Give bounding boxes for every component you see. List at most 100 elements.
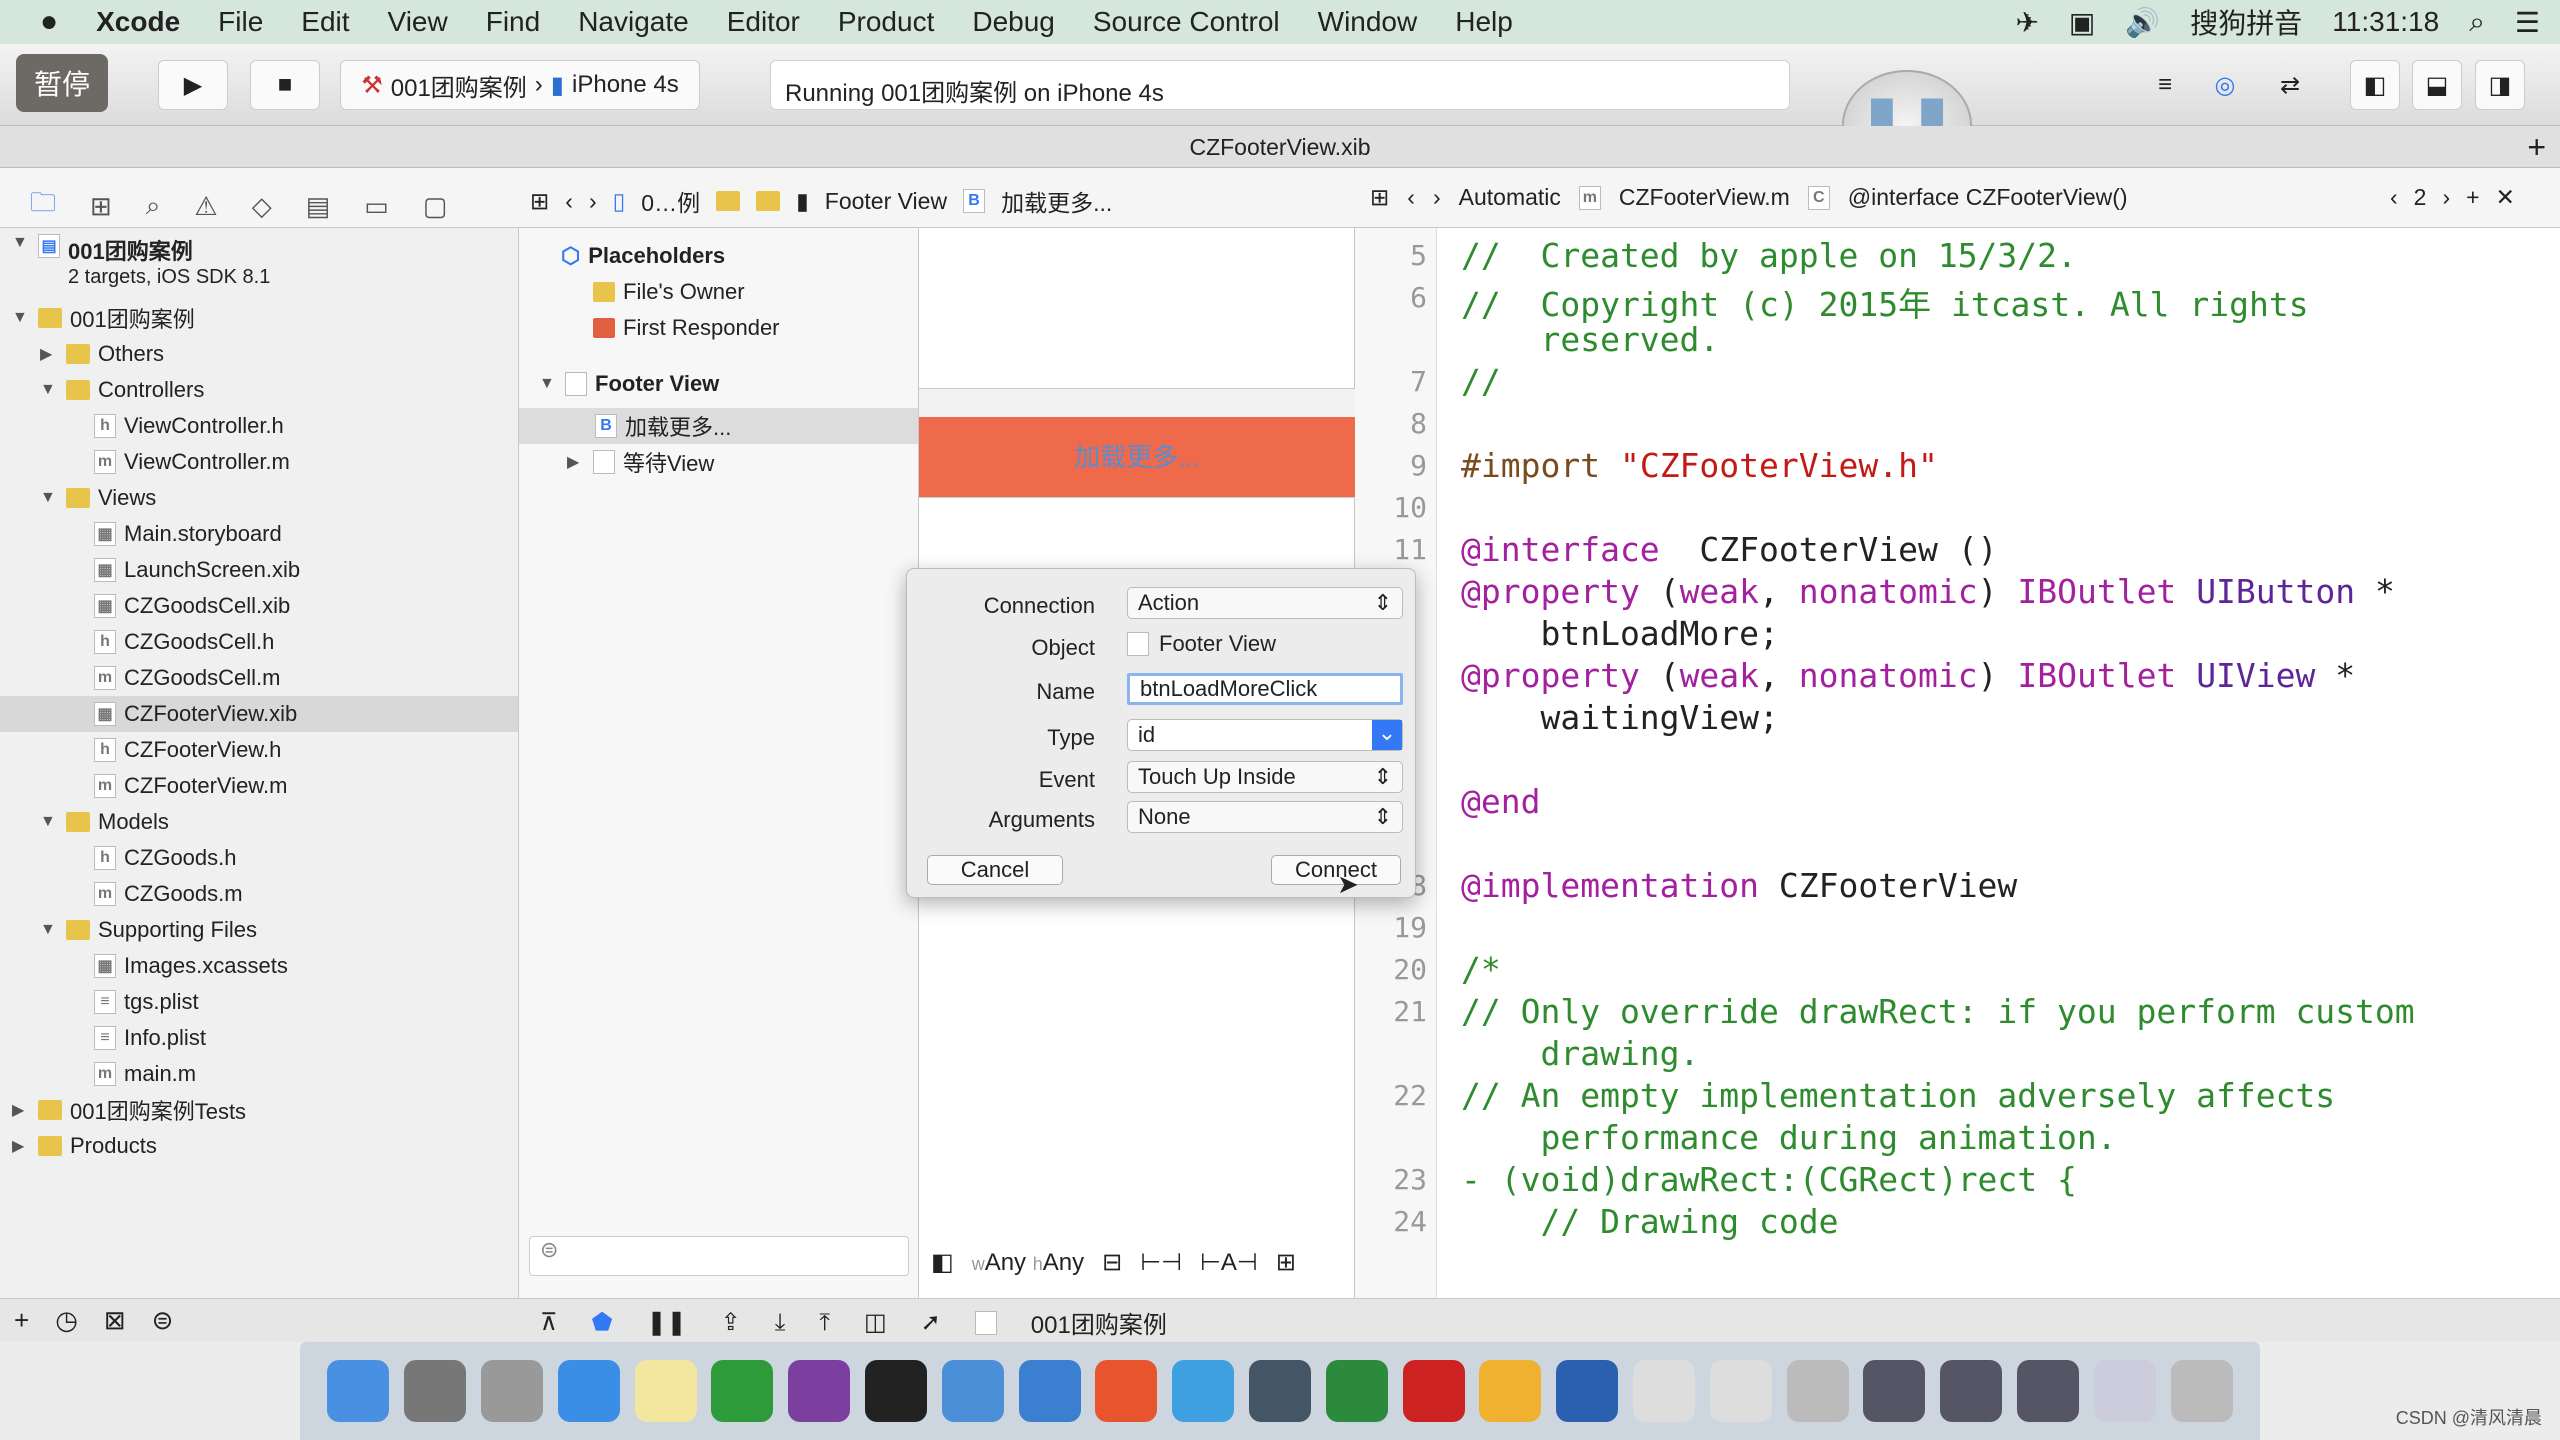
disclosure-open-icon[interactable]: ▼: [40, 489, 58, 507]
dock-app-icon[interactable]: [1479, 1360, 1542, 1422]
menu-view[interactable]: View: [388, 6, 448, 38]
search-icon[interactable]: ⌕: [2469, 6, 2485, 39]
prev-counterpart-icon[interactable]: ‹: [2390, 184, 2398, 211]
nav-item[interactable]: ▦ CZGoodsCell.xib: [94, 588, 290, 624]
disclosure-closed-icon[interactable]: ▶: [12, 1136, 30, 1156]
related-items-icon[interactable]: ⊞: [530, 188, 549, 215]
outline-toggle-icon[interactable]: ◧: [931, 1248, 954, 1277]
footer-view-canvas[interactable]: 加载更多...: [919, 388, 1355, 498]
nav-item[interactable]: ▦ Images.xcassets: [94, 948, 288, 984]
pin-icon[interactable]: ⊢⊣: [1140, 1248, 1182, 1277]
toggle-utilities-icon[interactable]: ◨: [2475, 60, 2525, 110]
dock-app-icon[interactable]: [2170, 1360, 2233, 1422]
list-icon[interactable]: ☰: [2515, 6, 2540, 39]
add-tab-icon[interactable]: +: [2527, 126, 2546, 168]
nav-item[interactable]: ≡ Info.plist: [94, 1020, 206, 1056]
nav-item[interactable]: ▦ Main.storyboard: [94, 516, 282, 552]
back-icon[interactable]: ‹: [1407, 184, 1415, 211]
nav-item[interactable]: m CZFooterView.m: [94, 768, 287, 804]
dock-app-icon[interactable]: [557, 1360, 620, 1422]
dock-app-icon[interactable]: [1786, 1360, 1849, 1422]
dock-app-icon[interactable]: [711, 1360, 774, 1422]
disclosure-closed-icon[interactable]: ▶: [12, 1100, 30, 1120]
camera-icon[interactable]: ▣: [2069, 6, 2095, 39]
disclosure-open-icon[interactable]: ▼: [40, 921, 58, 939]
menu-xcode[interactable]: Xcode: [96, 6, 180, 38]
breakpoints-icon[interactable]: ⬟: [592, 1308, 613, 1337]
step-over-icon[interactable]: ⇪: [721, 1308, 741, 1337]
scm-filter-icon[interactable]: ⊠: [104, 1305, 126, 1336]
outline-placeholders[interactable]: ⬡ Placeholders: [561, 238, 725, 274]
disclosure-open-icon[interactable]: ▼: [40, 813, 58, 831]
load-more-button[interactable]: 加载更多...: [919, 417, 1355, 497]
arguments-select[interactable]: None ⇕: [1127, 801, 1403, 833]
resizing-icon[interactable]: ⊞: [1276, 1248, 1296, 1277]
disclosure-open-icon[interactable]: ▼: [12, 234, 30, 252]
nav-item[interactable]: ▼ 001团购案例: [12, 300, 195, 336]
disclosure-closed-icon[interactable]: ▶: [40, 344, 58, 364]
outline-waiting-view[interactable]: ▶ 等待View: [567, 444, 714, 480]
type-combobox[interactable]: id ⌄: [1127, 719, 1403, 751]
disclosure-open-icon[interactable]: ▼: [12, 309, 30, 327]
recent-icon[interactable]: ◷: [55, 1305, 78, 1336]
dock-app-icon[interactable]: [1095, 1360, 1158, 1422]
crumb-file[interactable]: CZFooterView.m: [1619, 184, 1790, 211]
project-root[interactable]: ▼ ▤ 001团购案例 2 targets, iOS SDK 8.1: [12, 234, 270, 292]
disclosure-open-icon[interactable]: ▼: [539, 375, 557, 393]
dock-app-icon[interactable]: [2093, 1360, 2156, 1422]
view-debugger-icon[interactable]: ◫: [864, 1308, 887, 1337]
forward-icon[interactable]: ›: [1433, 184, 1441, 211]
nav-item[interactable]: m CZGoodsCell.m: [94, 660, 280, 696]
crumb-symbol[interactable]: @interface CZFooterView(): [1848, 184, 2128, 211]
nav-item[interactable]: m main.m: [94, 1056, 196, 1092]
nav-item[interactable]: ▶ Others: [40, 336, 164, 372]
menu-source-control[interactable]: Source Control: [1093, 6, 1280, 38]
apple-icon[interactable]: ●: [40, 5, 58, 39]
input-method[interactable]: 搜狗拼音: [2190, 2, 2302, 42]
outline-files-owner[interactable]: File's Owner: [593, 274, 745, 310]
connection-select[interactable]: Action ⇕: [1127, 587, 1403, 619]
dock-app-icon[interactable]: [1632, 1360, 1695, 1422]
event-select[interactable]: Touch Up Inside ⇕: [1127, 761, 1403, 793]
dock-app-icon[interactable]: [1940, 1360, 2003, 1422]
version-editor-icon[interactable]: ⇄: [2265, 60, 2315, 110]
airplane-icon[interactable]: ✈: [2015, 6, 2038, 39]
nav-item[interactable]: m ViewController.m: [94, 444, 290, 480]
dock-app-icon[interactable]: [1018, 1360, 1081, 1422]
outline-filter-field[interactable]: ⊜: [529, 1236, 909, 1276]
assistant-editor-icon[interactable]: ◎: [2200, 60, 2250, 110]
stop-button[interactable]: ■: [250, 60, 320, 110]
nav-item[interactable]: ▼ Views: [40, 480, 156, 516]
dock-app-icon[interactable]: [634, 1360, 697, 1422]
add-icon[interactable]: +: [14, 1305, 29, 1336]
forward-icon[interactable]: ›: [589, 188, 597, 215]
nav-item[interactable]: ▼ Models: [40, 804, 169, 840]
menu-find[interactable]: Find: [486, 6, 540, 38]
nav-item[interactable]: h CZGoodsCell.h: [94, 624, 274, 660]
step-in-icon[interactable]: ⤓: [775, 1309, 786, 1337]
tab-czfooterview-xib[interactable]: CZFooterView.xib: [1189, 134, 1370, 160]
xib-file-icon[interactable]: ▮: [796, 188, 809, 215]
name-input[interactable]: btnLoadMoreClick: [1127, 673, 1403, 705]
project-navigator-icon[interactable]: 🗀: [30, 184, 56, 228]
chevron-down-icon[interactable]: ⌄: [1372, 720, 1402, 750]
resolve-icon[interactable]: ⊢A⊣: [1200, 1248, 1258, 1277]
menu-editor[interactable]: Editor: [727, 6, 800, 38]
dock-app-icon[interactable]: [1248, 1360, 1311, 1422]
dock-app-icon[interactable]: [327, 1360, 390, 1422]
align-icon[interactable]: ⊟: [1102, 1248, 1122, 1277]
next-counterpart-icon[interactable]: ›: [2442, 184, 2450, 211]
outline-first-responder[interactable]: First Responder: [593, 310, 780, 346]
menu-product[interactable]: Product: [838, 6, 935, 38]
hide-debug-icon[interactable]: ⊼: [540, 1308, 558, 1337]
test-navigator-icon[interactable]: ◇: [252, 191, 272, 222]
report-navigator-icon[interactable]: ▢: [423, 191, 448, 222]
run-button[interactable]: ▶: [158, 60, 228, 110]
menu-debug[interactable]: Debug: [972, 6, 1055, 38]
dock-app-icon[interactable]: [864, 1360, 927, 1422]
disclosure-closed-icon[interactable]: ▶: [567, 452, 585, 472]
folder-icon[interactable]: [756, 191, 781, 211]
dock-app-icon[interactable]: [1325, 1360, 1388, 1422]
toggle-navigator-icon[interactable]: ◧: [2350, 60, 2400, 110]
dock-app-icon[interactable]: [1402, 1360, 1465, 1422]
